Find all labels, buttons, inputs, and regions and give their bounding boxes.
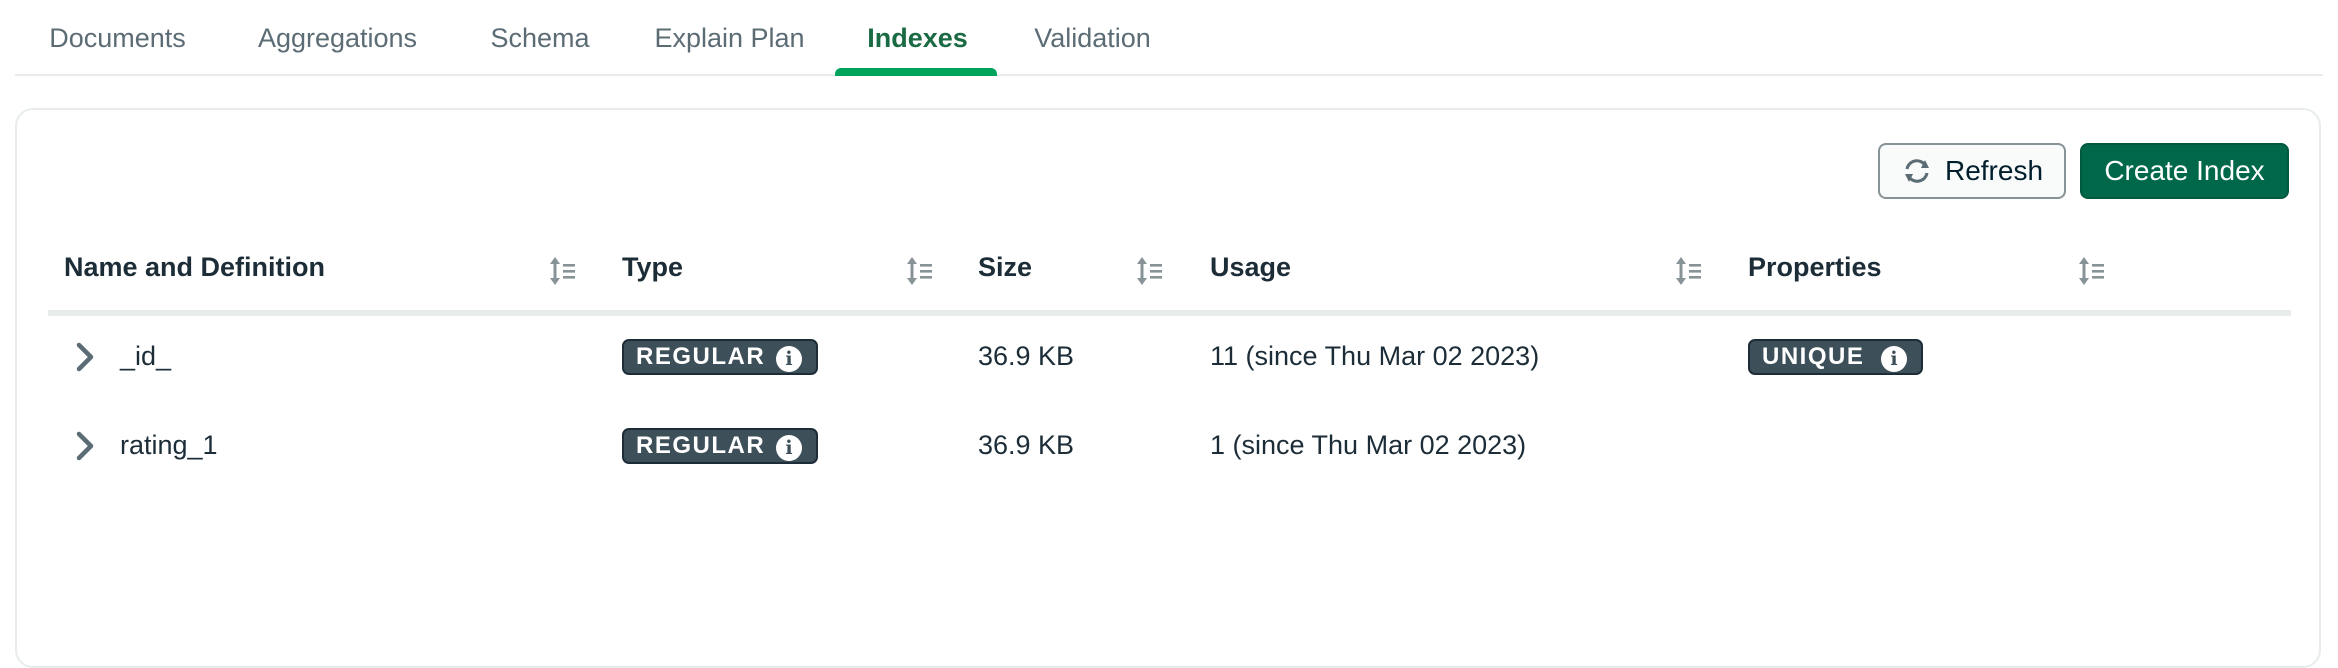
type-badge: REGULAR i: [622, 339, 818, 375]
sort-icon[interactable]: [906, 257, 934, 285]
tab-aggregations[interactable]: Aggregations: [245, 0, 430, 76]
sort-icon[interactable]: [1136, 257, 1164, 285]
type-badge-label: REGULAR: [636, 343, 766, 370]
index-usage: 1 (since Thu Mar 02 2023): [1210, 430, 1527, 460]
property-badge: UNIQUE i: [1748, 339, 1923, 375]
collection-tabs: Documents Aggregations Schema Explain Pl…: [0, 0, 2338, 76]
refresh-icon: [1904, 159, 1929, 183]
refresh-label: Refresh: [1944, 155, 2044, 186]
tabs-divider: [15, 74, 2323, 76]
type-badge-label: REGULAR: [636, 432, 766, 459]
column-header-name: Name and Definition: [64, 252, 326, 282]
tab-schema[interactable]: Schema: [480, 0, 600, 76]
column-header-type: Type: [622, 252, 684, 282]
chevron-right-icon[interactable]: [74, 431, 96, 461]
sort-icon[interactable]: [2078, 257, 2106, 285]
info-icon[interactable]: i: [776, 346, 802, 372]
sort-icon[interactable]: [549, 257, 577, 285]
chevron-right-icon[interactable]: [74, 342, 96, 372]
tab-indexes[interactable]: Indexes: [855, 0, 980, 76]
type-badge: REGULAR i: [622, 428, 818, 464]
index-usage: 11 (since Thu Mar 02 2023): [1210, 341, 1540, 371]
tab-explain-plan[interactable]: Explain Plan: [647, 0, 812, 76]
column-header-size: Size: [978, 252, 1033, 282]
info-icon[interactable]: i: [1881, 346, 1907, 372]
refresh-button[interactable]: Refresh: [1878, 143, 2066, 199]
property-badge-label: UNIQUE: [1762, 343, 1865, 370]
index-name: _id_: [120, 341, 172, 371]
active-tab-indicator: [835, 68, 997, 76]
index-name: rating_1: [120, 430, 218, 460]
sort-icon[interactable]: [1675, 257, 1703, 285]
info-icon[interactable]: i: [776, 435, 802, 461]
column-header-properties: Properties: [1748, 252, 1882, 282]
column-header-usage: Usage: [1210, 252, 1292, 282]
create-index-label: Create Index: [2104, 155, 2265, 186]
create-index-button[interactable]: Create Index: [2080, 143, 2289, 199]
table-header-divider: [48, 310, 2291, 316]
index-size: 36.9 KB: [978, 341, 1075, 371]
index-size: 36.9 KB: [978, 430, 1075, 460]
tab-documents[interactable]: Documents: [30, 0, 205, 76]
tab-validation[interactable]: Validation: [1020, 0, 1165, 76]
